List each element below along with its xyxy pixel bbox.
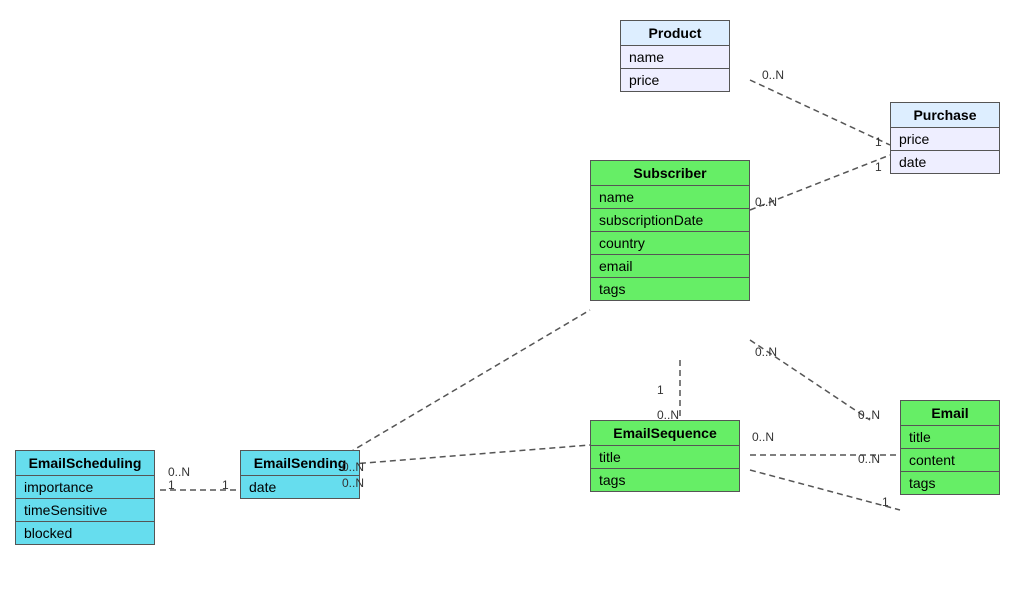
label-prod-pur-1: 1 [875, 135, 882, 149]
label-send-es-0n: 0..N [342, 460, 364, 474]
subscriber-title: Subscriber [591, 161, 749, 186]
label-sub-pur-1: 1 [875, 160, 882, 174]
emailsending-box: EmailSending date [240, 450, 360, 499]
product-field-name: name [621, 46, 729, 69]
emailscheduling-box: EmailScheduling importance timeSensitive… [15, 450, 155, 545]
label-es-email-1: 1 [882, 495, 889, 509]
purchase-field-price: price [891, 128, 999, 151]
label-sub-eseq-1: 1 [657, 383, 664, 397]
label-sub-pur-0n: 0..N [755, 195, 777, 209]
emailscheduling-field-blocked: blocked [16, 522, 154, 544]
label-sched-send-1a: 1 [168, 478, 175, 492]
emailsequence-field-title: title [591, 446, 739, 469]
product-field-price: price [621, 69, 729, 91]
email-field-title: title [901, 426, 999, 449]
subscriber-field-subscriptiondate: subscriptionDate [591, 209, 749, 232]
label-es-email-0n2: 0..N [858, 452, 880, 466]
label-sched-send-1b: 1 [222, 478, 229, 492]
subscriber-field-country: country [591, 232, 749, 255]
emailscheduling-title: EmailScheduling [16, 451, 154, 476]
email-field-content: content [901, 449, 999, 472]
subscriber-box: Subscriber name subscriptionDate country… [590, 160, 750, 301]
label-sched-send-0n: 0..N [168, 465, 190, 479]
email-box: Email title content tags [900, 400, 1000, 495]
label-sub-email-0n2: 0..N [858, 408, 880, 422]
product-title: Product [621, 21, 729, 46]
label-es-email-0n: 0..N [752, 430, 774, 444]
email-field-tags: tags [901, 472, 999, 494]
diagram-container: .dashed { stroke: #555; stroke-width: 1.… [0, 0, 1024, 615]
label-send-es-1: 0..N [342, 476, 364, 490]
subscriber-field-name: name [591, 186, 749, 209]
email-title: Email [901, 401, 999, 426]
label-prod-pur-0n: 0..N [762, 68, 784, 82]
purchase-field-date: date [891, 151, 999, 173]
purchase-box: Purchase price date [890, 102, 1000, 174]
emailscheduling-field-importance: importance [16, 476, 154, 499]
emailsequence-field-tags: tags [591, 469, 739, 491]
emailsequence-box: EmailSequence title tags [590, 420, 740, 492]
label-sub-email-0n: 0..N [755, 345, 777, 359]
label-sub-eseq-0n: 0..N [657, 408, 679, 422]
purchase-title: Purchase [891, 103, 999, 128]
emailscheduling-field-timesensitive: timeSensitive [16, 499, 154, 522]
product-box: Product name price [620, 20, 730, 92]
subscriber-field-tags: tags [591, 278, 749, 300]
subscriber-field-email: email [591, 255, 749, 278]
emailsequence-title: EmailSequence [591, 421, 739, 446]
